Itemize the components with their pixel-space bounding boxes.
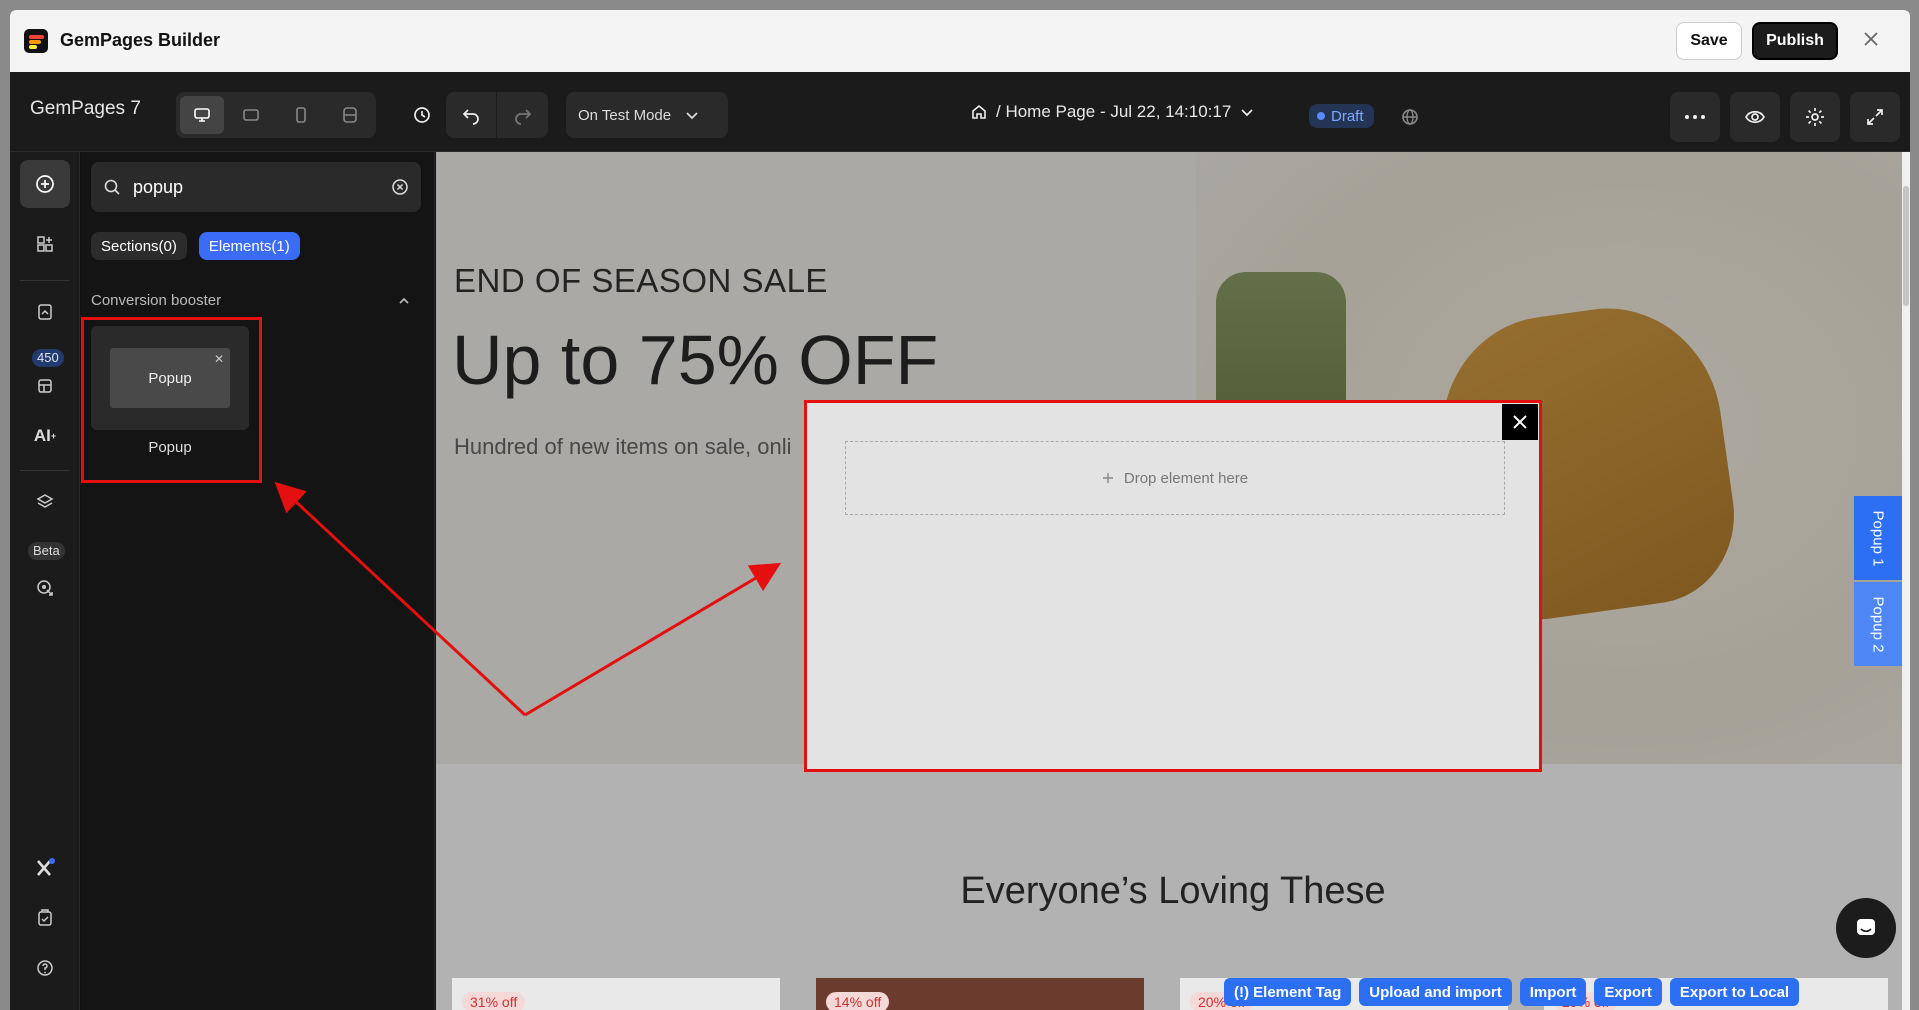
layers-icon[interactable] (20, 478, 70, 526)
popup-1-tab[interactable]: Popup 1 (1854, 496, 1902, 580)
undo-redo-group (446, 92, 548, 138)
drop-zone[interactable]: Drop element here (845, 441, 1505, 515)
pages-icon[interactable] (20, 288, 70, 336)
scrollbar-thumb[interactable] (1903, 186, 1909, 306)
status-dot-icon (1317, 112, 1325, 120)
help-icon[interactable] (20, 944, 70, 992)
apps-icon[interactable] (20, 220, 70, 268)
rail-divider (20, 470, 70, 471)
settings-button[interactable] (1790, 92, 1840, 142)
home-icon (972, 104, 986, 119)
save-button[interactable]: Save (1676, 22, 1742, 60)
search-input[interactable] (133, 176, 379, 198)
gempages-logo-icon (24, 29, 48, 53)
clipboard-icon[interactable] (20, 894, 70, 942)
close-icon (1513, 415, 1527, 429)
clear-search-icon[interactable] (391, 178, 409, 196)
import-button[interactable]: Import (1519, 978, 1587, 1006)
globe-icon[interactable] (1390, 97, 1430, 137)
discount-badge: 31% off (462, 992, 526, 1010)
beta-badge: Beta (28, 542, 65, 560)
search-box (91, 162, 421, 212)
popup-modal[interactable]: Drop element here (804, 400, 1542, 772)
left-rail: 450 AI + Beta (10, 152, 80, 1010)
chevron-down-icon (1241, 109, 1253, 117)
elements-panel: Sections(0) Elements(1) Conversion boost… (81, 152, 435, 1010)
editor-toolbar: GemPages 7 On Test Mode / Home Page - Ju… (10, 72, 1910, 152)
chat-button[interactable] (1836, 898, 1896, 958)
export-local-button[interactable]: Export to Local (1669, 978, 1800, 1006)
section-heading: Everyone’s Loving These (960, 870, 1386, 912)
page-selector[interactable]: / Home Page - Jul 22, 14:10:17 (970, 102, 1255, 122)
section-header[interactable]: Conversion booster (91, 292, 411, 309)
mode-select[interactable]: On Test Mode (566, 92, 728, 138)
highlight-box-element (81, 317, 262, 483)
interaction-icon[interactable] (20, 564, 70, 612)
product-card[interactable]: 14% off (816, 978, 1144, 1010)
title-bar: GemPages Builder Save Publish (10, 10, 1910, 72)
gemx-icon[interactable] (20, 844, 70, 892)
tab-sections[interactable]: Sections(0) (91, 232, 187, 260)
mobile-icon[interactable] (279, 96, 323, 134)
responsive-icon[interactable] (329, 96, 373, 134)
eye-icon (1745, 110, 1765, 124)
redo-icon[interactable] (497, 92, 548, 138)
preview-button[interactable] (1730, 92, 1780, 142)
more-options-button[interactable] (1670, 92, 1720, 142)
fullscreen-button[interactable] (1850, 92, 1900, 142)
plus-icon (1102, 473, 1113, 483)
desktop-icon[interactable] (180, 96, 224, 134)
chevron-down-icon (686, 112, 698, 120)
result-tabs: Sections(0) Elements(1) (91, 232, 300, 260)
app-window: GemPages Builder Save Publish GemPages 7 (10, 10, 1910, 1010)
library-icon[interactable] (20, 362, 70, 410)
discount-badge: 14% off (826, 992, 890, 1010)
status-label: Draft (1331, 107, 1364, 125)
section-title: Conversion booster (91, 292, 222, 309)
tab-elements[interactable]: Elements(1) (198, 232, 300, 260)
tablet-landscape-icon[interactable] (230, 96, 274, 134)
chat-icon (1857, 919, 1875, 935)
search-icon (104, 179, 120, 195)
status-badge: Draft (1309, 104, 1374, 128)
upload-import-button[interactable]: Upload and import (1359, 978, 1512, 1006)
page-title: / Home Page - Jul 22, 14:10:17 (996, 102, 1232, 121)
brand-label: GemPages 7 (30, 98, 141, 119)
app-title: GemPages Builder (60, 30, 221, 50)
dev-toolbar: (!) Element Tag Upload and import Import… (1224, 978, 1800, 1006)
popup-close-button[interactable] (1502, 404, 1538, 440)
device-switcher (176, 92, 376, 138)
add-element-icon[interactable] (20, 160, 70, 208)
undo-icon[interactable] (446, 92, 497, 138)
ai-icon[interactable]: AI + (20, 412, 70, 460)
rail-divider (20, 280, 70, 281)
gear-icon (1806, 108, 1824, 126)
popup-2-tab[interactable]: Popup 2 (1854, 582, 1902, 666)
publish-button[interactable]: Publish (1752, 22, 1838, 60)
history-icon[interactable] (402, 95, 442, 135)
chevron-up-icon (399, 297, 409, 304)
element-tag-button[interactable]: (!) Element Tag (1224, 978, 1352, 1006)
product-card[interactable]: 31% off (452, 978, 780, 1010)
drop-zone-label: Drop element here (1123, 469, 1249, 487)
export-button[interactable]: Export (1594, 978, 1662, 1006)
more-icon (1685, 115, 1705, 119)
canvas-scrollbar[interactable] (1902, 152, 1910, 1010)
close-icon[interactable] (1856, 24, 1886, 54)
expand-icon (1867, 109, 1883, 125)
mode-select-label: On Test Mode (578, 106, 672, 124)
